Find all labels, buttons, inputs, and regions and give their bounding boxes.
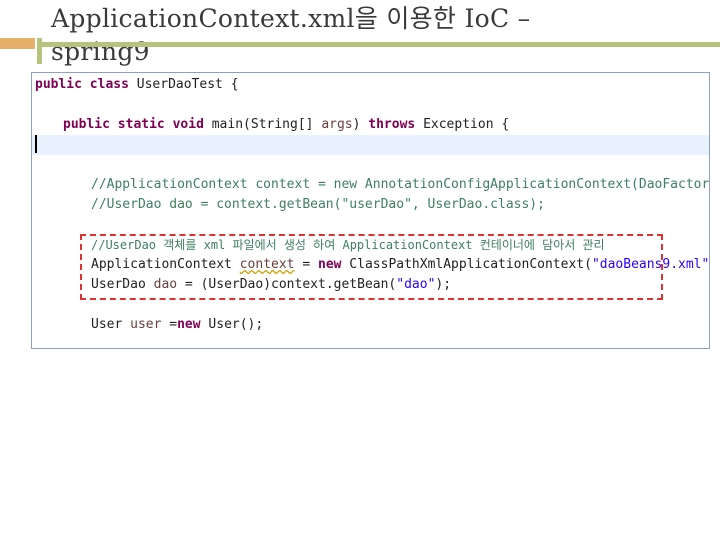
code-line-new-user: User user =new User(); (32, 315, 709, 335)
parameter-args: args (321, 117, 353, 132)
constructor-call: User(); (200, 317, 264, 332)
code-line-class-declaration: public class UserDaoTest { (32, 75, 709, 95)
code-line-comment-getbean: //UserDao dao = context.getBean("userDao… (32, 195, 709, 215)
title-accent-vertical-line (37, 38, 42, 64)
assign-operator: = (161, 317, 178, 332)
highlight-dashed-box (80, 234, 663, 300)
class-name-part: User (128, 77, 169, 92)
keyword-new: new (177, 317, 201, 332)
text-cursor (35, 135, 37, 153)
paren-close: ) (352, 117, 369, 132)
keyword-void: void (172, 117, 204, 132)
keyword-class: class (89, 77, 129, 92)
type-name: User (91, 317, 131, 332)
comment-text: //UserDao dao = context.getBean("userDao… (91, 197, 545, 212)
keyword-static: static (117, 117, 165, 132)
keyword-public: public (35, 77, 82, 92)
variable-user: user (130, 317, 162, 332)
title-accent-line (37, 42, 720, 47)
code-editor-screenshot[interactable]: public class UserDaoTest { public static… (31, 72, 710, 349)
keyword-public: public (63, 117, 110, 132)
statement-end: ); (709, 257, 710, 272)
slide-title: ApplicationContext.xml을 이용한 IoC – spring… (51, 2, 711, 68)
method-signature: main(String[] (203, 117, 322, 132)
code-line-current-empty[interactable] (32, 135, 709, 155)
code-line-main-method: public static void main(String[] args) t… (32, 115, 709, 135)
code-line-comment-annotation-context: //ApplicationContext context = new Annot… (32, 175, 710, 195)
class-name-rest: DaoTest { (168, 77, 239, 92)
slide-title-line-2: spring9 (51, 37, 150, 66)
slide-title-line-1: ApplicationContext.xml을 이용한 IoC – (51, 4, 531, 33)
exception-clause: Exception { (415, 117, 510, 132)
title-accent-square (0, 38, 35, 49)
comment-text: //ApplicationContext context = new Annot… (91, 177, 710, 192)
keyword-throws: throws (368, 117, 416, 132)
